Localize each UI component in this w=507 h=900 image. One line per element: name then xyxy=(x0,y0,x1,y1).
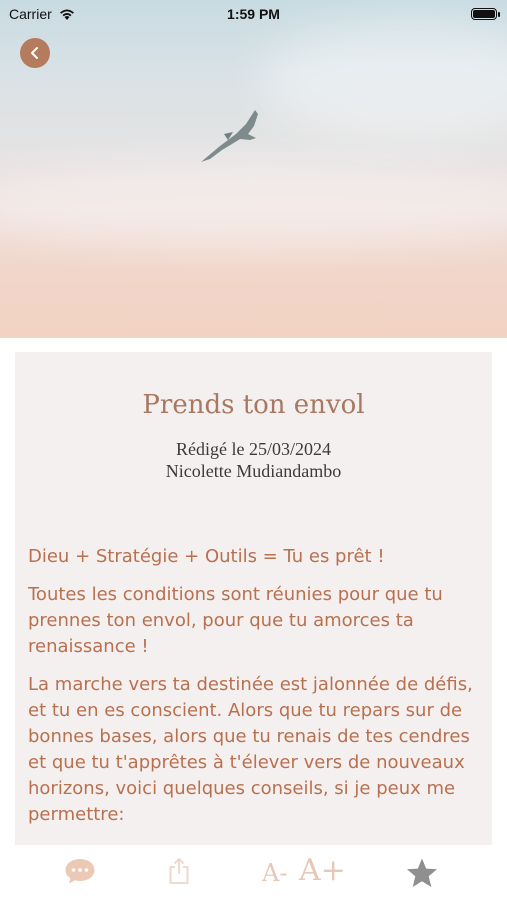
chevron-left-icon xyxy=(31,47,38,59)
paragraph: La marche vers ta destinée est jalonnée … xyxy=(28,674,473,825)
font-increase-icon: A+ xyxy=(299,853,346,888)
battery-icon xyxy=(471,8,497,20)
star-icon xyxy=(407,858,437,887)
back-button[interactable] xyxy=(20,38,50,68)
article-author: Nicolette Mudiandambo xyxy=(165,461,342,481)
article-date: Rédigé le 25/03/2024 xyxy=(176,439,331,459)
bird-image xyxy=(201,110,258,162)
cloud-decoration xyxy=(0,160,507,250)
share-button[interactable] xyxy=(168,857,190,885)
bottom-toolbar: A- A+ xyxy=(0,845,507,900)
article-card: Prends ton envol Rédigé le 25/03/2024 Ni… xyxy=(15,352,492,852)
share-icon xyxy=(169,858,189,884)
status-bar: Carrier 1:59 PM xyxy=(0,0,507,28)
status-time: 1:59 PM xyxy=(227,6,280,22)
comment-button[interactable] xyxy=(64,857,96,885)
font-decrease-button[interactable]: A- xyxy=(262,859,287,887)
font-decrease-icon: A- xyxy=(262,859,288,887)
battery-tip xyxy=(498,12,500,17)
article-body: Dieu + Stratégie + Outils = Tu es prêt !… xyxy=(15,544,492,828)
paragraph: Toutes les conditions sont réunies pour … xyxy=(28,584,443,657)
comment-icon xyxy=(65,859,95,884)
article-meta: Rédigé le 25/03/2024 Nicolette Mudiandam… xyxy=(15,438,492,482)
cloud-decoration xyxy=(260,20,507,140)
article-title: Prends ton envol xyxy=(142,390,365,420)
font-increase-button[interactable]: A+ xyxy=(299,853,346,888)
header-image xyxy=(0,0,507,338)
paragraph: Dieu + Stratégie + Outils = Tu es prêt ! xyxy=(28,546,385,567)
favorite-button[interactable] xyxy=(405,857,439,889)
